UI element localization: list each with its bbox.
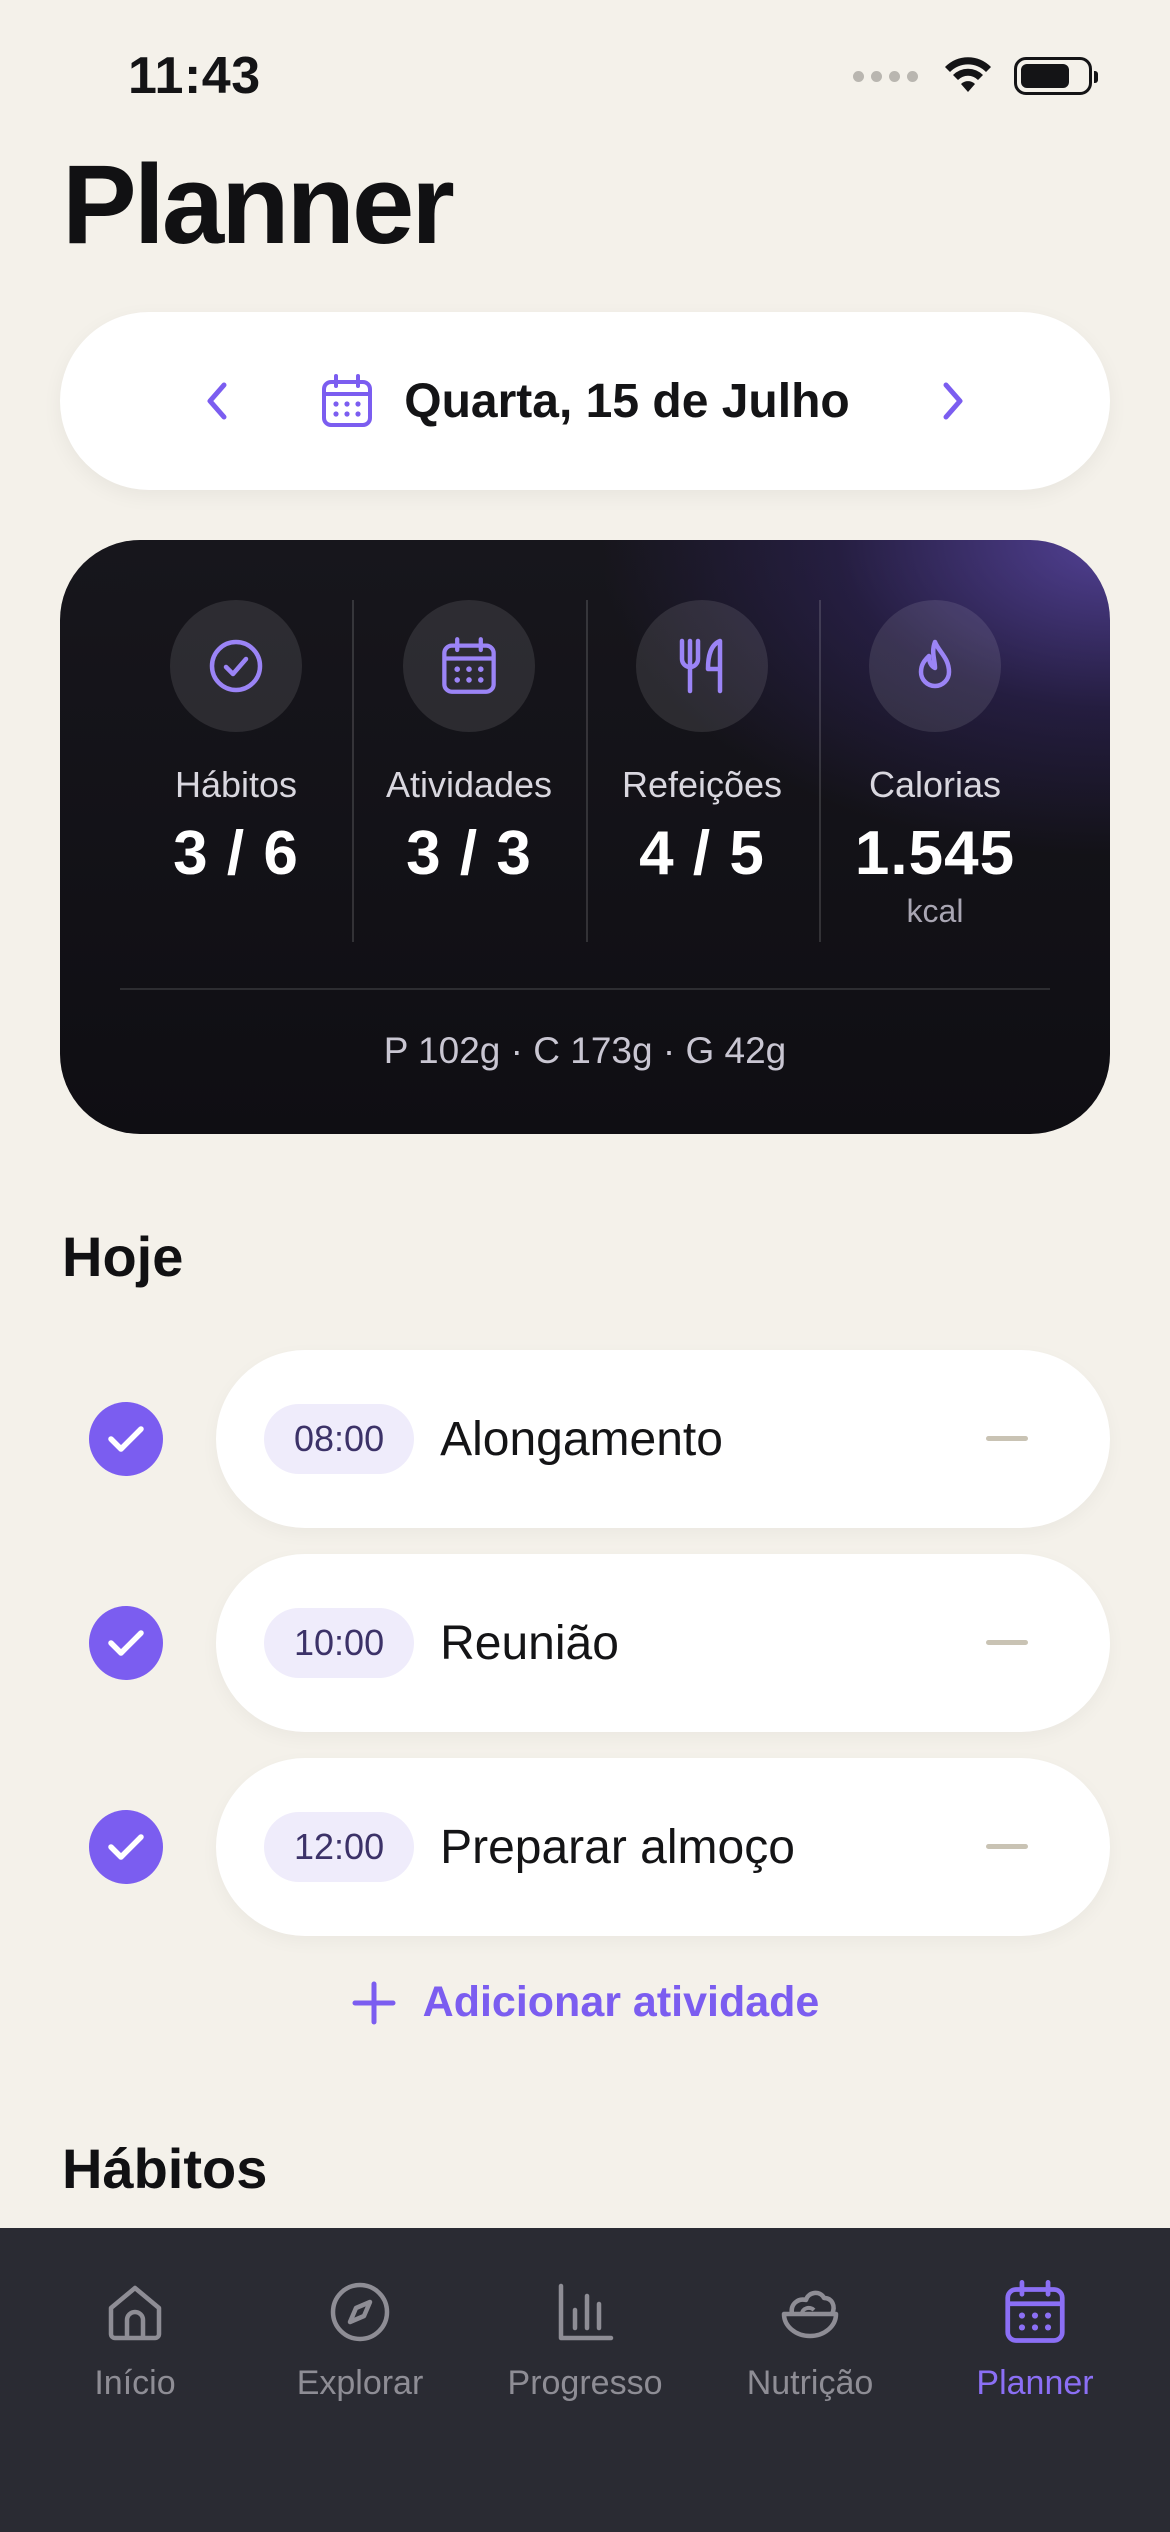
plus-icon (352, 1981, 396, 2024)
tab-progresso[interactable]: Progresso (473, 2274, 697, 2403)
activity-done-checkbox[interactable] (89, 1606, 163, 1680)
tab-bar: Início Explorar Progresso Nutrição Plann… (0, 2228, 1170, 2532)
stat-label: Atividades (385, 764, 553, 805)
stat-value: 1.545 (854, 819, 1016, 888)
calendar-icon (442, 637, 496, 694)
drag-handle-icon[interactable] (986, 1640, 1028, 1645)
activity-name: Alongamento (440, 1412, 723, 1466)
bar-chart-icon (558, 2283, 614, 2341)
tab-inicio[interactable]: Início (23, 2274, 247, 2403)
daily-summary-card: Hábitos 3 / 6 Atividades 3 / 3 Refeições… (60, 540, 1110, 1134)
drag-handle-icon[interactable] (986, 1844, 1028, 1849)
stat-habits[interactable]: Hábitos 3 / 6 (120, 600, 352, 889)
activity-card[interactable]: 10:00 Reunião (216, 1554, 1110, 1732)
activity-card[interactable]: 12:00 Preparar almoço (216, 1758, 1110, 1936)
activity-done-checkbox[interactable] (89, 1810, 163, 1884)
section-title-habits: Hábitos (62, 2137, 268, 2200)
current-date-label[interactable]: Quarta, 15 de Julho (404, 374, 849, 429)
previous-day-button[interactable] (182, 366, 252, 436)
tab-label: Progresso (507, 2364, 663, 2402)
add-activity-button[interactable]: Adicionar atividade (0, 1978, 1170, 2027)
activity-row: 10:00 Reunião (0, 1554, 1170, 1732)
stat-unit: kcal (906, 893, 964, 929)
section-title-today: Hoje (62, 1225, 184, 1288)
tab-label: Explorar (296, 2364, 424, 2402)
stat-value: 3 / 6 (173, 819, 299, 888)
activity-name: Preparar almoço (440, 1820, 795, 1874)
status-bar: 11:43 (0, 0, 1170, 150)
checkmark-icon (108, 1834, 144, 1860)
add-activity-label: Adicionar atividade (422, 1978, 820, 2026)
tab-planner[interactable]: Planner (923, 2274, 1147, 2403)
summary-divider (120, 988, 1050, 990)
checkmark-icon (108, 1630, 144, 1656)
status-icons (853, 56, 1098, 96)
tab-label: Planner (976, 2364, 1094, 2402)
calendar-icon (1005, 2280, 1065, 2343)
tab-label: Nutrição (746, 2364, 874, 2402)
activity-time: 10:00 (264, 1608, 415, 1678)
cellular-signal-icon (853, 70, 918, 82)
macros-summary: P 102g · C 173g · G 42g (383, 1030, 787, 1071)
tab-explorar[interactable]: Explorar (248, 2274, 472, 2403)
stat-activities[interactable]: Atividades 3 / 3 (353, 600, 585, 889)
salad-bowl-icon (781, 2290, 839, 2339)
checkmark-icon (108, 1426, 144, 1452)
activity-time: 08:00 (264, 1404, 415, 1474)
tab-label: Início (94, 2364, 176, 2402)
activity-done-checkbox[interactable] (89, 1402, 163, 1476)
compass-icon (330, 2282, 390, 2342)
activity-time: 12:00 (264, 1812, 415, 1882)
stat-calories[interactable]: Calorias 1.545 kcal (819, 600, 1051, 930)
activity-row: 12:00 Preparar almoço (0, 1758, 1170, 1936)
activity-card[interactable]: 08:00 Alongamento (216, 1350, 1110, 1528)
chevron-right-icon (943, 382, 963, 420)
chevron-left-icon (207, 382, 227, 420)
calendar-icon (322, 374, 373, 427)
stat-value: 4 / 5 (639, 819, 765, 888)
home-icon (108, 2285, 162, 2341)
next-day-button[interactable] (918, 366, 988, 436)
date-selector: Quarta, 15 de Julho (60, 312, 1110, 490)
fork-knife-icon (679, 638, 723, 694)
battery-icon (1014, 57, 1098, 95)
stat-label: Refeições (621, 764, 783, 805)
wifi-icon (945, 57, 991, 92)
stat-label: Hábitos (174, 764, 298, 805)
tab-nutricao[interactable]: Nutrição (698, 2274, 922, 2403)
check-circle-icon (209, 639, 263, 693)
page-title: Planner (62, 142, 455, 267)
flame-icon (918, 639, 952, 689)
stat-label: Calorias (868, 764, 1002, 805)
activity-name: Reunião (440, 1616, 619, 1670)
activity-row: 08:00 Alongamento (0, 1350, 1170, 1528)
status-time: 11:43 (128, 47, 261, 105)
stat-meals[interactable]: Refeições 4 / 5 (586, 600, 818, 889)
drag-handle-icon[interactable] (986, 1436, 1028, 1441)
stat-value: 3 / 3 (406, 819, 532, 888)
